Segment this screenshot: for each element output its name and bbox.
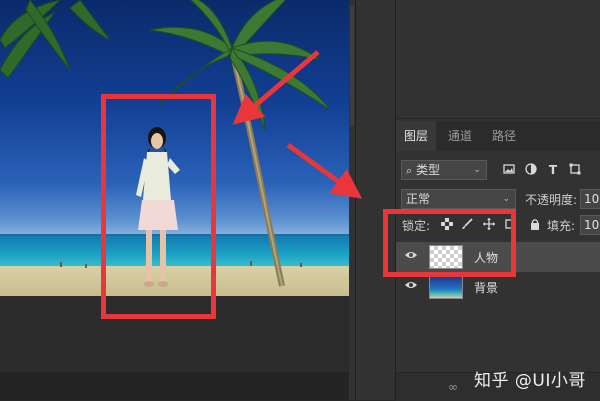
panel-top-area — [396, 0, 600, 119]
layer-thumbnail — [429, 275, 463, 299]
status-bar — [0, 372, 355, 400]
lock-all-icon[interactable] — [528, 218, 542, 232]
tab-layers[interactable]: 图层 — [396, 121, 437, 151]
layer-filter-row: ⌕ 类型 ⌄ T — [396, 154, 600, 186]
layer-name: 背景 — [474, 281, 499, 295]
fill-label: 填充: — [547, 219, 576, 233]
panel-tabs: 图层 通道 路径 — [396, 121, 600, 151]
eye-icon[interactable] — [404, 280, 418, 294]
filter-type-dropdown[interactable]: ⌕ 类型 ⌄ — [401, 160, 487, 180]
link-layers-icon[interactable]: ∞ — [446, 380, 460, 394]
fill-field[interactable]: 100 — [580, 215, 600, 235]
image-filter-icon[interactable] — [502, 163, 516, 177]
chevron-down-icon: ⌄ — [473, 165, 481, 175]
annotation-box-figure — [101, 94, 216, 319]
search-icon: ⌕ — [406, 164, 413, 177]
filter-type-label: 类型 — [416, 163, 441, 177]
blend-mode-label: 正常 — [406, 192, 431, 206]
tab-channels[interactable]: 通道 — [440, 121, 480, 151]
watermark: 知乎 @UI小哥 — [474, 371, 586, 391]
tab-paths[interactable]: 路径 — [484, 121, 524, 151]
panel-divider — [355, 0, 396, 400]
layers-panel: 图层 通道 路径 ⌕ 类型 ⌄ T 正常 ⌄ 不透明度: 100 锁定: — [395, 0, 600, 401]
annotation-box-layers — [383, 209, 516, 277]
opacity-field[interactable]: 100 — [580, 189, 600, 209]
chevron-down-icon: ⌄ — [502, 194, 510, 204]
blend-mode-dropdown[interactable]: 正常 ⌄ — [401, 189, 516, 209]
opacity-label: 不透明度: — [525, 193, 578, 207]
adjustment-filter-icon[interactable] — [524, 163, 538, 177]
shape-filter-icon[interactable] — [568, 163, 582, 177]
type-filter-icon[interactable]: T — [546, 163, 560, 177]
